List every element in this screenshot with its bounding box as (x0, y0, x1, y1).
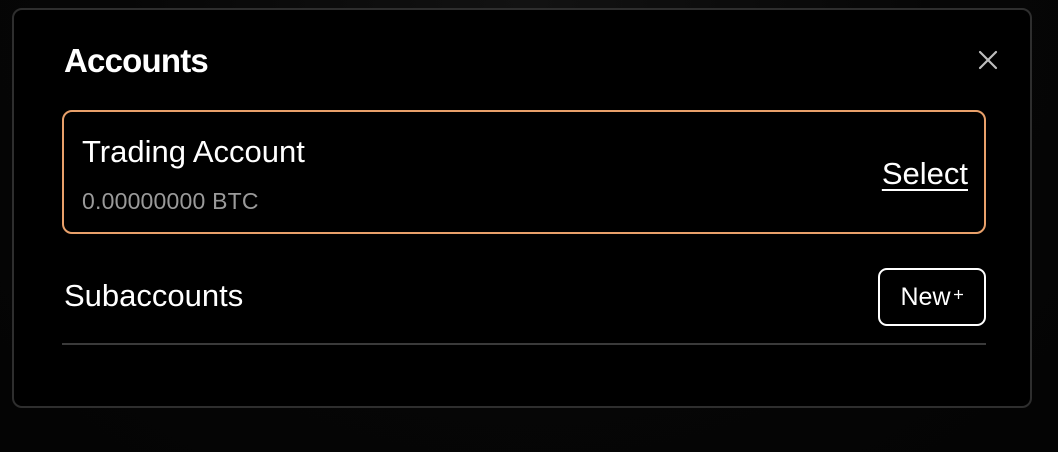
close-button[interactable] (972, 44, 1004, 76)
subaccounts-heading: Subaccounts (64, 278, 244, 313)
section-divider (62, 343, 986, 345)
plus-icon (953, 289, 963, 299)
select-account-link[interactable]: Select (882, 156, 968, 192)
close-icon (978, 50, 998, 70)
modal-title: Accounts (64, 42, 209, 79)
accounts-modal: Accounts Trading Account 0.00000000 BTC … (12, 8, 1032, 408)
account-name: Trading Account (82, 134, 305, 169)
new-button-label: New (900, 282, 951, 311)
new-subaccount-button[interactable]: New (878, 268, 986, 326)
trading-account-card[interactable]: Trading Account 0.00000000 BTC Select (62, 110, 986, 234)
account-balance: 0.00000000 BTC (82, 188, 259, 214)
